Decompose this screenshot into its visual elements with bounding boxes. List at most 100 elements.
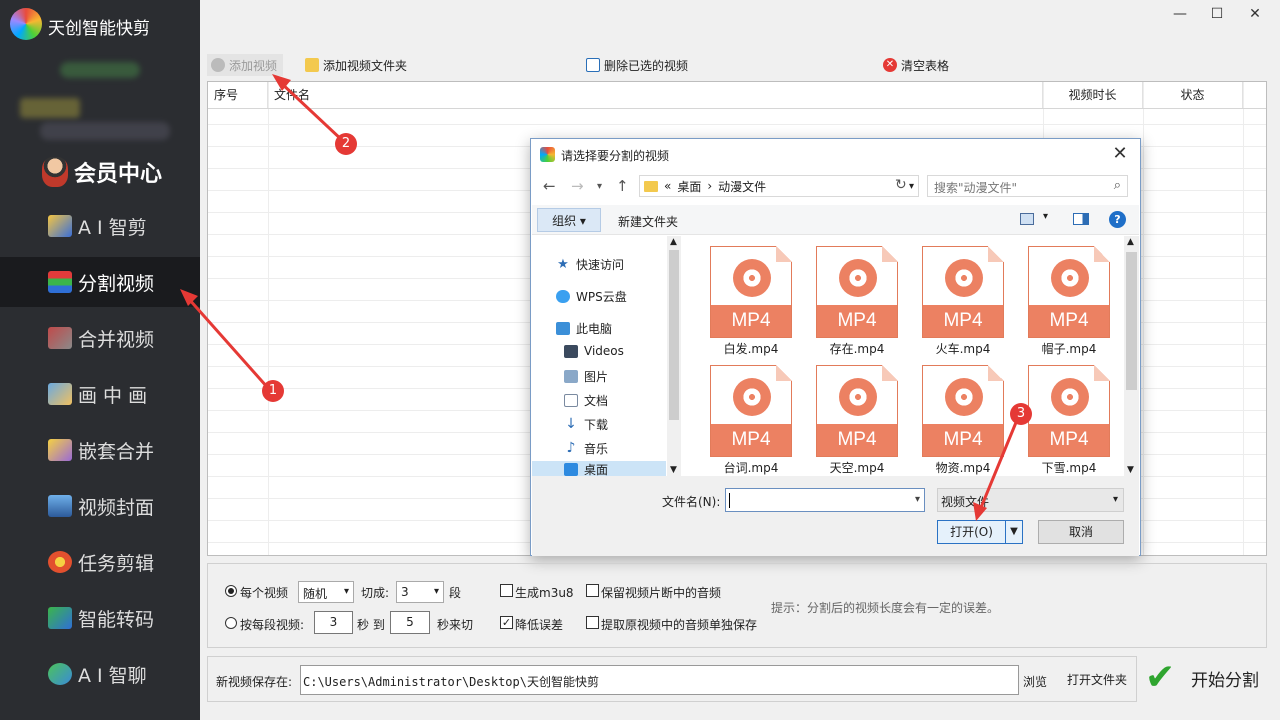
filename-chevron-down-icon[interactable]: ▾ (915, 494, 920, 505)
nav-desktop[interactable]: 桌面 (532, 461, 666, 477)
segments-unit-label: 段 (449, 586, 462, 600)
nav-downloads[interactable]: ↓ 下载 (564, 416, 608, 433)
open-folder-button[interactable]: 打开文件夹 (1060, 665, 1134, 695)
nav-quick-access[interactable]: ★ 快速访问 (556, 256, 624, 273)
recent-chevron-down-icon[interactable]: ▾ (597, 181, 602, 192)
view-mode-icon[interactable] (1020, 213, 1034, 225)
close-button[interactable]: ✕ (1240, 6, 1270, 26)
nav-this-pc[interactable]: 此电脑 (556, 320, 612, 337)
annotation-badge-1: 1 (262, 380, 284, 402)
keep-audio-checkbox[interactable] (586, 584, 599, 597)
browse-button[interactable]: 浏览 (1023, 673, 1047, 690)
column-header-index[interactable]: 序号 (208, 82, 268, 108)
sidebar-item-nested-merge[interactable]: 嵌套合并 (0, 425, 200, 475)
maximize-button[interactable]: ☐ (1202, 6, 1232, 26)
tip-text: 提示：分割后的视频长度会有一定的误差。 (771, 601, 1000, 615)
refresh-icon[interactable]: ↻ (895, 177, 907, 193)
file-item[interactable]: MP4 物资.mp4 (908, 355, 1004, 475)
filetype-select[interactable]: 视频文件 ▾ (937, 488, 1124, 512)
cancel-button[interactable]: 取消 (1038, 520, 1124, 544)
breadcrumb-desktop[interactable]: 桌面 (677, 178, 701, 195)
nav-music[interactable]: ♪ 音乐 (564, 440, 608, 457)
sidebar-item-split-video[interactable]: 分割视频 (0, 257, 200, 307)
file-item[interactable]: MP4 白发.mp4 (696, 236, 792, 356)
dialog-close-button[interactable]: ✕ (1108, 143, 1132, 164)
sidebar-item-merge-video[interactable]: 合并视频 (0, 313, 200, 363)
column-header-status[interactable]: 状态 (1143, 82, 1243, 108)
help-icon[interactable]: ? (1109, 211, 1126, 228)
start-split-button[interactable]: ✔ 开始分割 (1139, 655, 1267, 701)
file-item[interactable]: MP4 火车.mp4 (908, 236, 1004, 356)
file-scrollbar[interactable]: ▲ ▼ (1124, 236, 1139, 476)
preview-pane-icon[interactable] (1073, 213, 1089, 225)
file-item[interactable]: MP4 帽子.mp4 (1014, 236, 1110, 356)
scroll-down-icon[interactable]: ▼ (670, 465, 677, 475)
grid-line (1243, 82, 1244, 555)
by-segment-radio[interactable] (225, 617, 237, 629)
open-button[interactable]: 打开(O) ▼ (937, 520, 1023, 544)
save-path-input[interactable]: C:\Users\Administrator\Desktop\天创智能快剪 (300, 665, 1019, 695)
open-label[interactable]: 打开(O) (938, 521, 1006, 543)
nav-label: 桌面 (584, 462, 609, 477)
add-video-button[interactable]: 添加视频 (207, 54, 284, 76)
sidebar-item-label: A I 智剪 (78, 216, 147, 239)
file-scroll-thumb[interactable] (1126, 252, 1137, 390)
file-item[interactable]: MP4 天空.mp4 (802, 355, 898, 475)
nav-videos[interactable]: Videos (564, 344, 624, 358)
segment-to-input[interactable]: 5 (390, 611, 430, 634)
view-chevron-down-icon[interactable]: ▾ (1043, 211, 1048, 222)
sidebar-item-picture-in-picture[interactable]: 画 中 画 (0, 369, 200, 419)
sidebar-item-video-cover[interactable]: 视频封面 (0, 481, 200, 531)
reduce-error-checkbox[interactable]: ✓ (500, 616, 513, 629)
sidebar-item-ai-chat[interactable]: A I 智聊 (0, 649, 200, 699)
add-folder-button[interactable]: 添加视频文件夹 (305, 54, 407, 76)
back-arrow-icon[interactable]: ← (543, 177, 556, 195)
segments-select[interactable]: 3 ▾ (396, 581, 444, 603)
file-grid: MP4 白发.mp4 MP4 存在.mp4 MP4 火车.mp4 MP4 帽子.… (696, 236, 1124, 476)
gen-m3u8-checkbox[interactable] (500, 584, 513, 597)
split-mode-chevron-down-icon: ▾ (343, 586, 349, 597)
scroll-up-icon[interactable]: ▲ (670, 237, 677, 247)
sidebar-item-task-edit[interactable]: 任务剪辑 (0, 537, 200, 587)
new-folder-button[interactable]: 新建文件夹 (618, 213, 678, 230)
breadcrumb-separator: › (707, 179, 713, 193)
search-input[interactable]: 搜索"动漫文件" ⌕ (927, 175, 1128, 197)
scroll-up-icon[interactable]: ▲ (1127, 237, 1134, 247)
organize-button[interactable]: 组织 ▾ (537, 208, 601, 232)
start-split-label: 开始分割 (1191, 670, 1259, 691)
file-item[interactable]: MP4 存在.mp4 (802, 236, 898, 356)
column-header-duration[interactable]: 视频时长 (1043, 82, 1143, 108)
per-video-radio[interactable] (225, 585, 237, 597)
extract-audio-checkbox[interactable] (586, 616, 599, 629)
scroll-down-icon[interactable]: ▼ (1127, 465, 1134, 475)
mp4-file-icon: MP4 (922, 365, 1004, 457)
column-header-filename[interactable]: 文件名 (268, 82, 1043, 108)
up-arrow-icon[interactable]: ↑ (616, 177, 629, 195)
delete-selected-button[interactable]: 删除已选的视频 (586, 54, 688, 76)
clear-table-button[interactable]: ✕ 清空表格 (883, 54, 949, 76)
file-name: 物资.mp4 (935, 461, 991, 475)
mp4-file-icon: MP4 (922, 246, 1004, 338)
sidebar-item-transcode[interactable]: 智能转码 (0, 593, 200, 643)
segment-from-input[interactable]: 3 (314, 611, 353, 634)
segments-value: 3 (401, 585, 409, 599)
nav-scrollbar[interactable]: ▲ ▼ (667, 236, 681, 476)
nav-documents[interactable]: 文档 (564, 392, 608, 409)
nav-wps-cloud[interactable]: WPS云盘 (556, 288, 627, 305)
nav-pictures[interactable]: 图片 (564, 368, 608, 385)
sidebar-item-ai-cut[interactable]: A I 智剪 (0, 201, 200, 251)
video-cover-icon (48, 495, 72, 517)
seconds-cut-label: 秒来切 (437, 618, 474, 632)
filename-input[interactable]: ▾ (725, 488, 925, 512)
breadcrumb-anime-files[interactable]: 动漫文件 (718, 178, 766, 195)
minimize-button[interactable]: — (1165, 6, 1195, 26)
split-mode-select[interactable]: 随机 ▾ (298, 581, 354, 603)
address-chevron-down-icon[interactable]: ▾ (909, 181, 914, 192)
open-dropdown-icon[interactable]: ▼ (1006, 521, 1022, 543)
forward-arrow-icon[interactable]: → (571, 177, 584, 195)
file-item[interactable]: MP4 台词.mp4 (696, 355, 792, 475)
address-bar[interactable]: « 桌面 › 动漫文件 ▾ (639, 175, 919, 197)
nav-scroll-thumb[interactable] (669, 250, 679, 420)
vip-center-button[interactable]: 会员中心 (42, 156, 162, 188)
grid-line (208, 108, 1266, 109)
